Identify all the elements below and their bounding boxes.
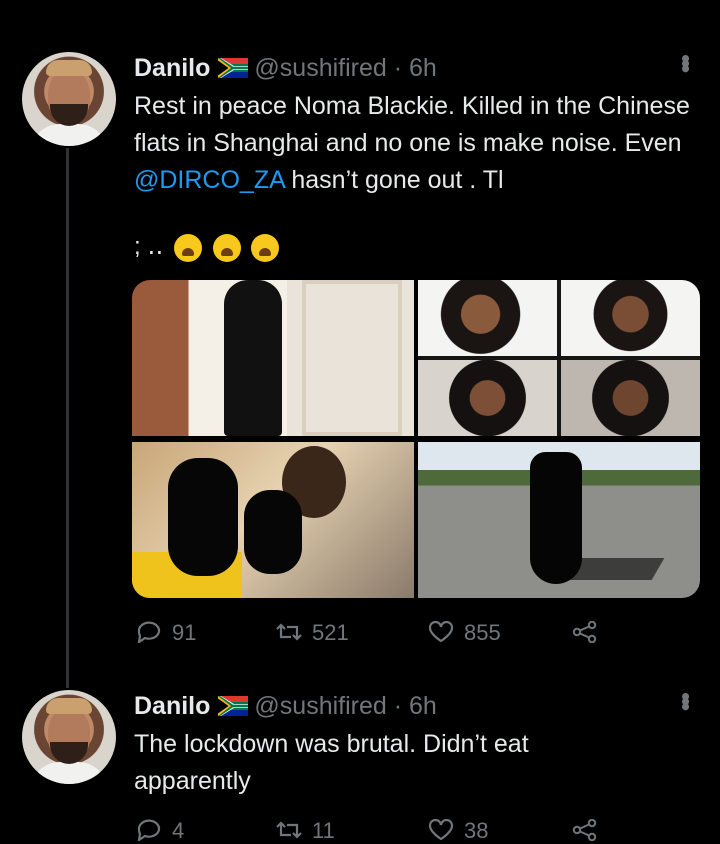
- tweet-text: The lockdown was brutal. Didn’t eat appa…: [134, 730, 529, 795]
- emoji-row: ; ‥: [134, 232, 280, 262]
- heart-icon: [428, 621, 454, 643]
- like-count: 855: [464, 620, 501, 645]
- avatar[interactable]: [22, 690, 116, 784]
- reply-count: 4: [172, 818, 185, 843]
- retweet-button[interactable]: 521: [276, 620, 349, 646]
- author-handle[interactable]: @sushifired: [254, 54, 386, 82]
- tweet-time[interactable]: 6h: [409, 54, 437, 82]
- share-icon: [572, 621, 597, 643]
- loudly-crying-face-icon: [212, 233, 241, 262]
- reply-count: 91: [172, 620, 197, 645]
- photo-4[interactable]: [418, 442, 700, 598]
- media-grid: [132, 280, 700, 598]
- retweet-count: 11: [312, 818, 335, 843]
- retweet-count: 521: [312, 620, 349, 645]
- separator-dot: ·: [393, 54, 403, 82]
- thread-connector-line: [66, 148, 69, 688]
- tweet-header: Danilo @sushifired · 6h: [134, 691, 437, 721]
- reply-button[interactable]: 91: [136, 620, 196, 646]
- share-button[interactable]: [572, 818, 608, 844]
- tweet-header: Danilo @sushifired · 6h: [134, 53, 437, 83]
- more-options-icon[interactable]: •••: [671, 692, 701, 707]
- like-button[interactable]: 855: [428, 620, 501, 646]
- tweet-text: Rest in peace Noma Blackie. Killed in th…: [134, 92, 690, 194]
- retweet-button[interactable]: 11: [276, 818, 335, 844]
- like-button[interactable]: 38: [428, 818, 488, 844]
- loudly-crying-face-icon: [174, 233, 203, 262]
- reply-icon: [137, 621, 161, 643]
- south-africa-flag-icon: [218, 55, 249, 78]
- tweet-time[interactable]: 6h: [409, 692, 437, 720]
- avatar[interactable]: [22, 52, 116, 146]
- author-name[interactable]: Danilo: [134, 692, 210, 720]
- like-count: 38: [464, 818, 489, 843]
- mention-link[interactable]: @DIRCO_ZA: [134, 166, 284, 194]
- photo-2[interactable]: [418, 280, 700, 436]
- photo-1[interactable]: [132, 280, 414, 436]
- loudly-crying-face-icon: [251, 233, 280, 262]
- heart-icon: [428, 819, 454, 841]
- share-icon: [572, 819, 597, 841]
- reply-icon: [137, 819, 161, 841]
- retweet-icon: [276, 821, 302, 839]
- retweet-icon: [276, 623, 302, 641]
- more-options-icon[interactable]: •••: [671, 54, 701, 69]
- share-button[interactable]: [572, 620, 608, 646]
- emoji-line-prefix: ; ‥: [134, 233, 164, 260]
- separator-dot: ·: [393, 692, 403, 720]
- author-name[interactable]: Danilo: [134, 54, 210, 82]
- photo-3[interactable]: [132, 442, 414, 598]
- reply-button[interactable]: 4: [136, 818, 184, 844]
- author-handle[interactable]: @sushifired: [254, 692, 386, 720]
- south-africa-flag-icon: [218, 693, 249, 716]
